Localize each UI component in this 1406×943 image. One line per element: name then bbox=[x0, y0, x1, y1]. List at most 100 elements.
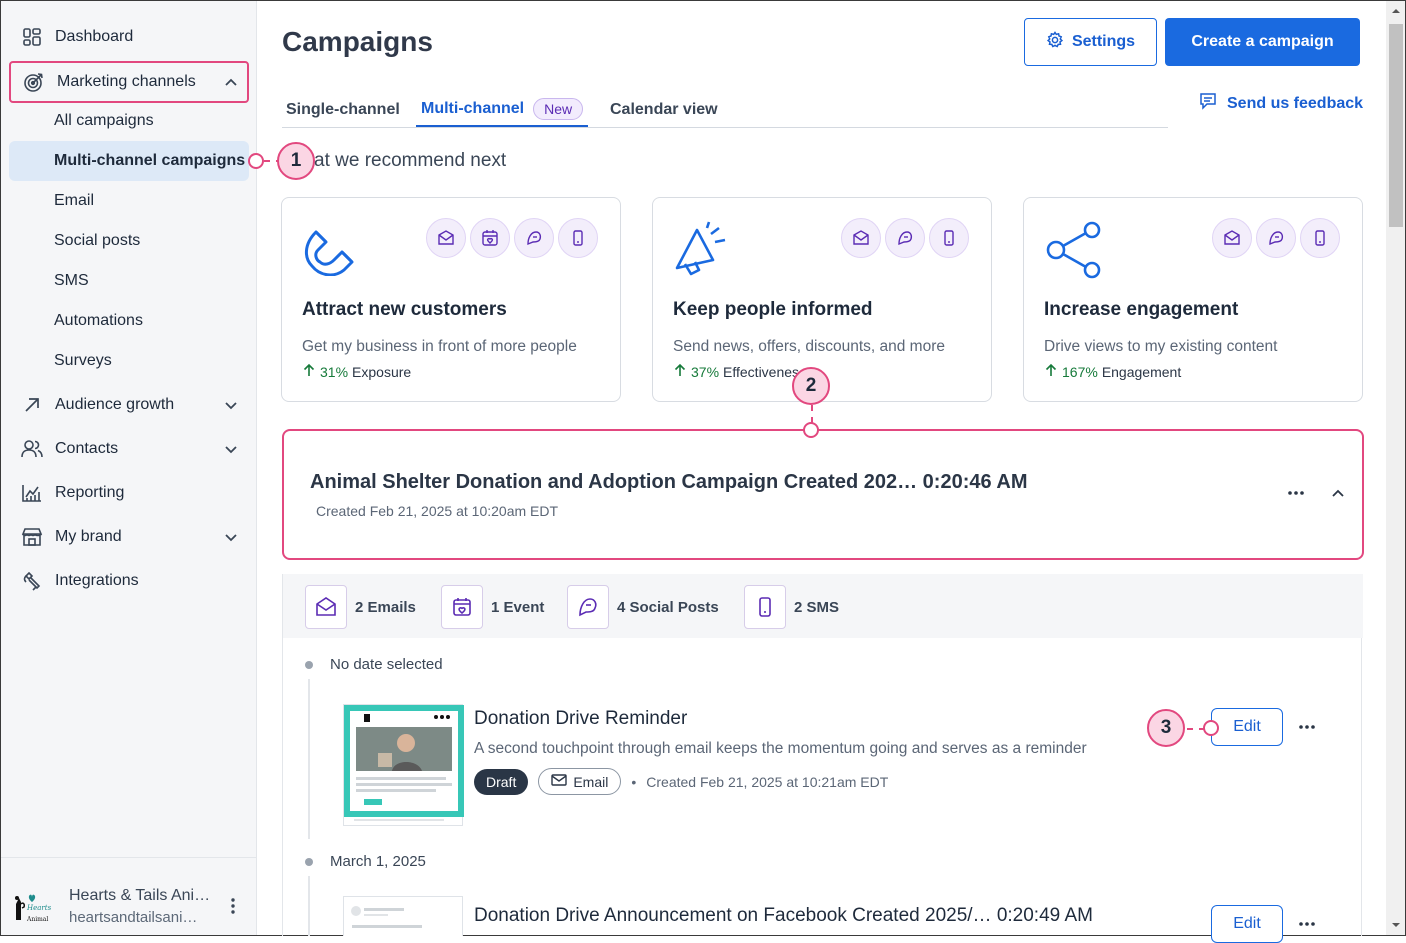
social-icon bbox=[567, 585, 609, 629]
card-stat: 167% Engagement bbox=[1044, 363, 1181, 380]
campaign-body: 2 Emails 1 Event 4 Social Posts 2 SMS No… bbox=[282, 574, 1363, 943]
chevron-down-icon[interactable] bbox=[223, 529, 239, 545]
count-label: 2 SMS bbox=[794, 598, 840, 616]
campaign-title: Animal Shelter Donation and Adoption Cam… bbox=[310, 471, 1028, 493]
stat-label: Effectivenes bbox=[723, 363, 800, 380]
count-sms[interactable]: 2 SMS bbox=[744, 585, 839, 629]
edit-button[interactable]: Edit bbox=[1211, 708, 1283, 746]
campaign-header[interactable]: Animal Shelter Donation and Adoption Cam… bbox=[282, 429, 1364, 560]
subitem-label: Multi-channel campaigns bbox=[54, 152, 246, 169]
arrow-up-icon bbox=[1044, 363, 1058, 380]
subitem-label: Email bbox=[54, 192, 95, 209]
item-description: A second touchpoint through email keeps … bbox=[474, 740, 1087, 757]
item-title: Donation Drive Announcement on Facebook … bbox=[474, 905, 1093, 926]
count-label: 4 Social Posts bbox=[617, 598, 719, 616]
item-more-icon[interactable] bbox=[1297, 914, 1317, 934]
sidebar-item-integrations[interactable]: Integrations bbox=[9, 561, 249, 601]
calendar-icon bbox=[470, 218, 510, 258]
email-preview-thumbnail[interactable] bbox=[343, 704, 464, 826]
callout-number: 2 bbox=[805, 375, 817, 396]
phone-icon bbox=[1300, 218, 1340, 258]
recommend-card-attract[interactable]: Attract new customers Get my business in… bbox=[281, 197, 621, 402]
card-title: Keep people informed bbox=[673, 299, 873, 320]
calendar-icon bbox=[441, 585, 483, 629]
timeline-date: No date selected bbox=[330, 656, 443, 673]
account-menu-icon[interactable] bbox=[225, 896, 241, 916]
scrollbar-thumb[interactable] bbox=[1389, 24, 1403, 227]
sidebar-item-label: My brand bbox=[55, 528, 122, 545]
plug-icon bbox=[21, 570, 43, 592]
count-events[interactable]: 1 Event bbox=[441, 585, 544, 629]
card-title: Attract new customers bbox=[302, 299, 507, 320]
chevron-down-icon[interactable] bbox=[223, 397, 239, 413]
scroll-up-arrow-icon[interactable] bbox=[1389, 4, 1403, 18]
magnet-icon bbox=[302, 220, 358, 277]
stat-percent: 167% bbox=[1062, 363, 1098, 380]
channel-badge: Email bbox=[538, 768, 622, 795]
arrow-up-right-icon bbox=[21, 394, 43, 416]
sidebar-subitem-multi-channel[interactable]: Multi-channel campaigns bbox=[9, 141, 249, 181]
phone-icon bbox=[929, 218, 969, 258]
recommend-card-engagement[interactable]: Increase engagement Drive views to my ex… bbox=[1023, 197, 1363, 402]
sidebar-item-audience-growth[interactable]: Audience growth bbox=[9, 385, 249, 425]
chevron-down-icon[interactable] bbox=[223, 441, 239, 457]
tab-single-channel[interactable]: Single-channel bbox=[286, 92, 400, 127]
settings-button[interactable]: Settings bbox=[1024, 18, 1157, 66]
sidebar-item-reporting[interactable]: Reporting bbox=[9, 473, 249, 513]
channel-chips bbox=[1212, 218, 1340, 258]
sidebar-subitem-sms[interactable]: SMS bbox=[9, 261, 249, 301]
subitem-label: All campaigns bbox=[54, 112, 154, 129]
count-emails[interactable]: 2 Emails bbox=[305, 585, 416, 629]
sidebar-item-my-brand[interactable]: My brand bbox=[9, 517, 249, 557]
callout-marker-1: 1 bbox=[277, 142, 315, 180]
scroll-down-arrow-icon[interactable] bbox=[1389, 918, 1403, 932]
create-campaign-button[interactable]: Create a campaign bbox=[1165, 18, 1360, 66]
sidebar-subitem-social-posts[interactable]: Social posts bbox=[9, 221, 249, 261]
sidebar-item-label: Dashboard bbox=[55, 28, 134, 45]
campaign-created: Created Feb 21, 2025 at 10:20am EDT bbox=[316, 503, 559, 519]
arrow-up-icon bbox=[302, 363, 316, 380]
callout-connector bbox=[811, 405, 813, 423]
channel-chips bbox=[426, 218, 598, 258]
count-social-posts[interactable]: 4 Social Posts bbox=[567, 585, 719, 629]
svg-text:Hearts: Hearts bbox=[26, 904, 52, 912]
item-title: Donation Drive Reminder bbox=[474, 708, 688, 729]
timeline-line bbox=[308, 876, 310, 936]
item-more-icon[interactable] bbox=[1297, 717, 1317, 737]
email-icon bbox=[305, 585, 347, 629]
sidebar: Dashboard Marketing channels All campaig… bbox=[1, 1, 257, 935]
svg-text:Animal: Animal bbox=[26, 916, 48, 923]
stat-percent: 37% bbox=[691, 363, 720, 380]
email-icon bbox=[841, 218, 881, 258]
tab-calendar-view[interactable]: Calendar view bbox=[610, 92, 718, 127]
sidebar-subitem-email[interactable]: Email bbox=[9, 181, 249, 221]
target-icon bbox=[23, 71, 45, 93]
sidebar-subitem-automations[interactable]: Automations bbox=[9, 301, 249, 341]
more-options-icon[interactable] bbox=[1286, 483, 1306, 503]
tab-multi-channel[interactable]: Multi-channel New bbox=[416, 92, 589, 127]
sidebar-subitem-surveys[interactable]: Surveys bbox=[9, 341, 249, 381]
stat-label: Engagement bbox=[1101, 363, 1182, 380]
sidebar-item-dashboard[interactable]: Dashboard bbox=[9, 17, 249, 57]
send-feedback-link[interactable]: Send us feedback bbox=[1199, 92, 1363, 115]
channel-chips bbox=[841, 218, 969, 258]
account-switcher[interactable]: Hearts Animal Hearts & Tails Ani… hearts… bbox=[1, 857, 257, 935]
social-preview-thumbnail[interactable] bbox=[343, 896, 463, 936]
envelope-icon bbox=[551, 773, 568, 790]
email-icon bbox=[1212, 218, 1252, 258]
social-icon bbox=[514, 218, 554, 258]
sidebar-item-contacts[interactable]: Contacts bbox=[9, 429, 249, 469]
timeline-date: March 1, 2025 bbox=[330, 853, 426, 870]
sidebar-subitem-all-campaigns[interactable]: All campaigns bbox=[9, 101, 249, 141]
callout-marker-3: 3 bbox=[1147, 709, 1185, 747]
callout-number: 3 bbox=[1160, 717, 1172, 738]
account-email: heartsandtailsani… bbox=[69, 909, 198, 926]
chevron-up-icon[interactable] bbox=[223, 75, 239, 91]
card-description: Send news, offers, discounts, and more bbox=[673, 338, 945, 355]
sidebar-item-marketing-channels[interactable]: Marketing channels bbox=[9, 61, 249, 103]
collapse-chevron-icon[interactable] bbox=[1330, 485, 1346, 501]
card-description: Drive views to my existing content bbox=[1044, 338, 1278, 355]
edit-button[interactable]: Edit bbox=[1211, 905, 1283, 943]
social-icon bbox=[885, 218, 925, 258]
feedback-icon bbox=[1199, 92, 1217, 115]
